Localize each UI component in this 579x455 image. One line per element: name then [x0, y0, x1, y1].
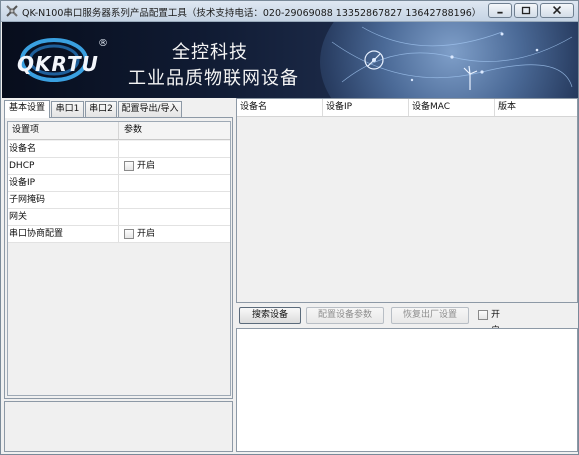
setting-row-subnet-mask[interactable]: 子网掩码: [8, 192, 230, 209]
tab-basic-settings[interactable]: 基本设置: [4, 100, 50, 118]
setting-row-serial-negotiation[interactable]: 串口协商配置 开启: [8, 226, 230, 243]
setting-label: 设备IP: [8, 175, 119, 191]
configure-device-button[interactable]: 配置设备参数: [306, 307, 384, 324]
setting-label: 网关: [8, 209, 119, 225]
column-header-device-mac[interactable]: 设备MAC: [409, 99, 495, 116]
setting-label: 子网掩码: [8, 192, 119, 208]
column-header-version[interactable]: 版本: [495, 99, 577, 116]
title-bar[interactable]: QK-N100串口服务器系列产品配置工具（技术支持电话：020-29069088…: [1, 1, 578, 22]
settings-grid: 设置项 参数 设备名 DHCP 开启 设备IP 子网掩码 网关 串口协商配置 开…: [7, 121, 231, 396]
column-header-item[interactable]: 设置项: [8, 122, 119, 139]
settings-grid-header: 设置项 参数: [8, 122, 230, 140]
maximize-button[interactable]: [514, 3, 538, 18]
app-window: QK-N100串口服务器系列产品配置工具（技术支持电话：020-29069088…: [0, 0, 579, 455]
setting-label: 串口协商配置: [8, 226, 119, 242]
window-title: QK-N100串口服务器系列产品配置工具（技术支持电话：020-29069088…: [22, 8, 482, 19]
column-header-device-name[interactable]: 设备名: [237, 99, 323, 116]
column-header-param[interactable]: 参数: [119, 122, 230, 139]
setting-row-device-ip[interactable]: 设备IP: [8, 175, 230, 192]
dhcp-cell[interactable]: 开启: [119, 158, 230, 174]
tab-serial-2[interactable]: 串口2: [85, 101, 117, 117]
log-output[interactable]: [236, 328, 578, 452]
gateway-field[interactable]: [119, 209, 230, 225]
setting-row-dhcp[interactable]: DHCP 开启: [8, 158, 230, 175]
factory-reset-button[interactable]: 恢复出厂设置: [391, 307, 469, 324]
slogan-line-1: 全控科技: [172, 42, 248, 63]
device-name-field[interactable]: [119, 141, 230, 157]
setting-label: 设备名: [8, 141, 119, 157]
column-header-device-ip[interactable]: 设备IP: [323, 99, 409, 116]
setting-label: DHCP: [8, 158, 119, 174]
dhcp-checkbox[interactable]: [124, 161, 134, 171]
brand-logo: QKRTU: [17, 52, 99, 76]
minimize-icon: [497, 11, 503, 14]
slogan-line-2: 工业品质物联网设备: [128, 68, 299, 89]
serial-negotiation-cell[interactable]: 开启: [119, 226, 230, 242]
maximize-icon: [521, 6, 531, 15]
status-panel: [4, 401, 233, 452]
serial-negotiation-checkbox-label: 开启: [137, 229, 156, 239]
app-icon: [6, 5, 18, 17]
enable-serial-2-checkbox[interactable]: [478, 310, 488, 320]
minimize-button[interactable]: [488, 3, 512, 18]
tab-serial-1[interactable]: 串口1: [51, 101, 84, 117]
brand-banner: QKRTU ® 全控科技 工业品质物联网设备: [2, 22, 578, 98]
setting-row-gateway[interactable]: 网关: [8, 209, 230, 226]
dhcp-checkbox-label: 开启: [137, 161, 156, 171]
subnet-mask-field[interactable]: [119, 192, 230, 208]
tab-config-import-export[interactable]: 配置导出/导入: [118, 101, 182, 117]
settings-panel: 设置项 参数 设备名 DHCP 开启 设备IP 子网掩码 网关 串口协商配置 开…: [4, 117, 233, 399]
device-ip-field[interactable]: [119, 175, 230, 191]
close-icon: [552, 6, 562, 15]
setting-row-device-name[interactable]: 设备名: [8, 141, 230, 158]
device-list[interactable]: 设备名 设备IP 设备MAC 版本: [236, 98, 578, 303]
close-button[interactable]: [540, 3, 574, 18]
network-graphic: [331, 26, 573, 90]
device-list-header: 设备名 设备IP 设备MAC 版本: [237, 99, 577, 117]
search-devices-button[interactable]: 搜索设备: [239, 307, 301, 324]
wind-turbine-icon: [463, 65, 478, 90]
registered-mark: ®: [98, 38, 108, 49]
serial-negotiation-checkbox[interactable]: [124, 229, 134, 239]
